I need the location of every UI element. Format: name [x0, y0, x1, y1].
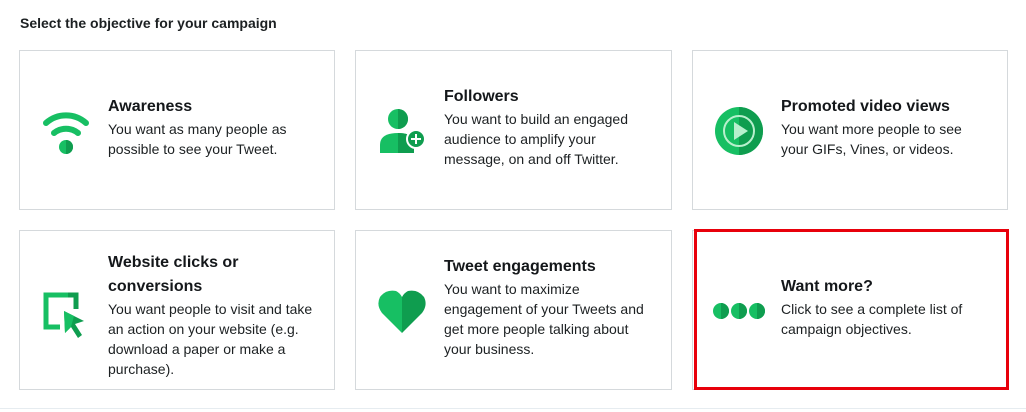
objective-description: You want more people to see your GIFs, V… [781, 121, 962, 157]
objective-description: Click to see a complete list of campaign… [781, 301, 963, 337]
objective-title: Awareness [108, 98, 193, 115]
more-dots-icon [711, 283, 767, 339]
objective-card-followers[interactable]: Followers You want to build an engaged a… [355, 50, 672, 210]
objective-description: You want people to visit and take an act… [108, 301, 313, 377]
objective-title: Website clicks or conversions [108, 254, 239, 295]
objective-title: Promoted video views [781, 98, 950, 115]
page-heading: Select the objective for your campaign [20, 15, 277, 31]
play-circle-icon [711, 103, 767, 159]
wifi-broadcast-icon [38, 103, 94, 159]
heart-icon [374, 283, 430, 339]
objective-title: Followers [444, 88, 519, 105]
objective-description: You want to maximize engagement of your … [444, 281, 644, 357]
objective-title: Tweet engagements [444, 258, 596, 275]
cursor-click-icon [38, 287, 94, 343]
objective-description: You want as many people as possible to s… [108, 121, 287, 157]
divider [0, 408, 1026, 409]
objective-card-video-views[interactable]: Promoted video views You want more peopl… [692, 50, 1008, 210]
objective-card-awareness[interactable]: Awareness You want as many people as pos… [19, 50, 335, 210]
objective-description: You want to build an engaged audience to… [444, 111, 628, 167]
objective-card-website-clicks[interactable]: Website clicks or conversions You want p… [19, 230, 335, 390]
objective-card-tweet-engagements[interactable]: Tweet engagements You want to maximize e… [355, 230, 672, 390]
objective-title: Want more? [781, 278, 873, 295]
add-user-icon [374, 103, 430, 159]
objective-card-want-more[interactable]: Want more? Click to see a complete list … [692, 230, 1008, 390]
